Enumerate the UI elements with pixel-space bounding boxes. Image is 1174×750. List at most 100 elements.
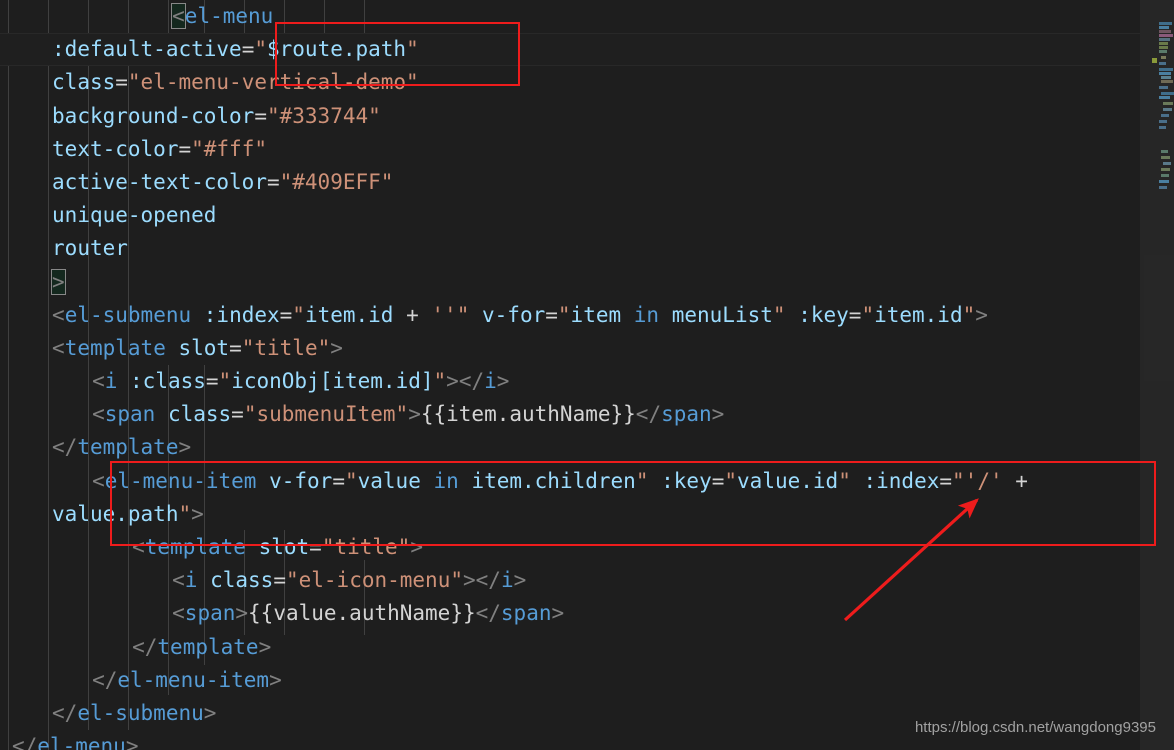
code-surface[interactable]: <el-menu:default-active="$route.path" cla… bbox=[0, 0, 1140, 750]
code-line[interactable]: </el-menu-item> bbox=[0, 664, 1140, 697]
code-token-str: "#409EFF" bbox=[279, 169, 394, 194]
code-line[interactable]: router bbox=[0, 232, 1140, 265]
code-token-eq: = bbox=[229, 335, 242, 360]
code-token-attr: class bbox=[210, 568, 274, 593]
code-line[interactable]: <template slot="title"> bbox=[0, 332, 1140, 365]
minimap-row bbox=[1159, 72, 1171, 75]
minimap-row bbox=[1159, 120, 1167, 123]
code-token-punct: < bbox=[172, 568, 185, 593]
code-token-expr: value.id bbox=[737, 468, 839, 493]
code-token-punct: </ bbox=[475, 601, 501, 626]
code-token-expr: item.children bbox=[471, 468, 636, 493]
code-token-punct: < bbox=[171, 3, 186, 29]
code-token-punct: </ bbox=[132, 634, 158, 659]
minimap-row bbox=[1163, 162, 1171, 165]
code-line[interactable]: <el-menu bbox=[0, 0, 1140, 33]
code-line[interactable]: value.path"> bbox=[0, 498, 1140, 531]
minimap[interactable] bbox=[1140, 0, 1174, 750]
code-token-punct: > bbox=[463, 568, 476, 593]
code-token-attr: background-color bbox=[52, 103, 255, 128]
code-token-eq: = bbox=[545, 302, 558, 327]
code-token-attr: v-for bbox=[482, 302, 546, 327]
code-token-eq: = bbox=[939, 468, 953, 493]
code-line[interactable]: text-color="#fff" bbox=[0, 133, 1140, 166]
code-token-str: " bbox=[861, 302, 875, 327]
minimap-row bbox=[1159, 26, 1169, 29]
code-line[interactable]: <i class="el-icon-menu"></i> bbox=[0, 564, 1140, 597]
code-token-attr: slot bbox=[258, 535, 310, 559]
code-token-attr: class bbox=[52, 70, 116, 95]
code-token-attr: :index bbox=[203, 302, 280, 327]
code-editor: <el-menu:default-active="$route.path" cla… bbox=[0, 0, 1174, 750]
code-line[interactable]: class="el-menu-vertical-demo" bbox=[0, 66, 1140, 99]
code-token-punct: < bbox=[172, 601, 185, 626]
code-token-expr: $route.path bbox=[267, 37, 407, 62]
code-token-op: + bbox=[393, 302, 432, 327]
code-token-tag: span bbox=[661, 402, 712, 427]
code-line[interactable]: </template> bbox=[0, 631, 1140, 664]
code-token-tag: span bbox=[500, 601, 552, 626]
code-line[interactable]: <el-submenu :index="item.id + ''" v-for=… bbox=[0, 299, 1140, 332]
code-token-kw: in bbox=[633, 302, 660, 327]
code-token-punct: </ bbox=[458, 369, 485, 394]
code-token-tag: span bbox=[184, 601, 236, 626]
code-token-expr: item.id bbox=[304, 302, 394, 327]
code-line[interactable]: <span class="submenuItem">{{item.authNam… bbox=[0, 398, 1140, 431]
minimap-row bbox=[1159, 86, 1168, 89]
code-token-attr: router bbox=[52, 236, 128, 261]
code-line[interactable]: <el-menu-item v-for="value in item.child… bbox=[0, 465, 1140, 498]
code-token-expr: item.id bbox=[874, 302, 963, 327]
code-token-punct: </ bbox=[52, 700, 78, 725]
code-line[interactable]: <span>{{value.authName}}</span> bbox=[0, 597, 1140, 630]
code-token-str: '' bbox=[431, 302, 457, 327]
code-lines[interactable]: <el-menu:default-active="$route.path" cla… bbox=[0, 0, 1140, 750]
code-token-punct: > bbox=[258, 634, 272, 659]
code-line[interactable]: :default-active="$route.path" bbox=[0, 33, 1140, 67]
code-token-str: " bbox=[962, 302, 976, 327]
code-token-punct: > bbox=[410, 535, 423, 559]
code-token-plain: {{value.authName}} bbox=[248, 601, 476, 626]
minimap-row bbox=[1159, 50, 1167, 53]
minimap-row bbox=[1161, 114, 1169, 117]
minimap-slider[interactable] bbox=[1140, 0, 1174, 750]
code-token-str: " bbox=[635, 468, 649, 493]
code-token-str: "submenuItem" bbox=[243, 402, 409, 427]
code-line[interactable]: <i :class="iconObj[item.id]"></i> bbox=[0, 365, 1140, 398]
code-token-str: " bbox=[952, 468, 965, 493]
code-line[interactable]: </template> bbox=[0, 431, 1140, 464]
code-line[interactable]: background-color="#333744" bbox=[0, 100, 1140, 133]
code-token-expr: item bbox=[570, 302, 622, 327]
minimap-marker bbox=[1152, 58, 1157, 63]
code-line[interactable]: unique-opened bbox=[0, 199, 1140, 232]
code-token-punct: > bbox=[975, 302, 988, 327]
code-token-str: "el-menu-vertical-demo" bbox=[127, 70, 419, 95]
minimap-row bbox=[1161, 150, 1168, 153]
code-token-tag: template bbox=[64, 335, 166, 360]
code-token-str: "title" bbox=[241, 335, 331, 360]
code-token-punct: > bbox=[203, 700, 217, 725]
code-token-punct: > bbox=[178, 435, 192, 460]
code-token-expr: menuList bbox=[671, 302, 773, 327]
code-line[interactable]: active-text-color="#409EFF" bbox=[0, 166, 1140, 199]
minimap-row bbox=[1161, 156, 1170, 159]
code-token-punct: > bbox=[235, 601, 249, 626]
code-token-punct: > bbox=[191, 501, 204, 526]
minimap-row bbox=[1163, 108, 1172, 111]
minimap-row bbox=[1161, 168, 1170, 171]
code-token-tag: el-menu bbox=[37, 734, 126, 750]
code-token-eq: = bbox=[205, 369, 219, 394]
minimap-row bbox=[1161, 92, 1174, 95]
code-token-str: " bbox=[557, 302, 571, 327]
code-token-str: " bbox=[406, 37, 419, 62]
code-token-expr: value.path bbox=[52, 501, 179, 526]
code-token-attr: :key bbox=[661, 468, 712, 493]
code-line[interactable]: > bbox=[0, 266, 1140, 299]
code-line[interactable]: <template slot="title"> bbox=[0, 531, 1140, 564]
